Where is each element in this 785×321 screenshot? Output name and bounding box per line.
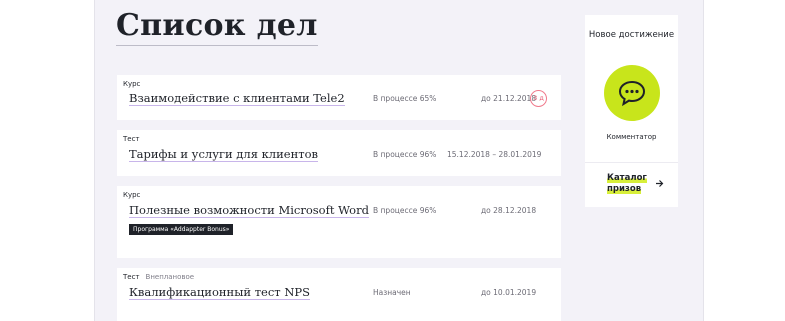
task-kind: Курс [123, 80, 141, 88]
task-name-link[interactable]: Взаимодействие с клиентами Tele2 [129, 91, 345, 106]
task-card[interactable]: Тест Тарифы и услуги для клиентов В проц… [117, 130, 561, 176]
achievement-badge[interactable] [604, 65, 660, 121]
task-deadline: до 28.12.2018 [481, 206, 537, 215]
task-kind: Курс [123, 191, 141, 199]
speech-bubble-icon [618, 80, 646, 107]
task-deadline: до 10.01.2019 [481, 288, 537, 297]
divider [585, 162, 678, 163]
task-card[interactable]: Курс Взаимодействие с клиентами Tele2 В … [117, 75, 561, 120]
task-name-link[interactable]: Полезные возможности Microsoft Word [129, 203, 369, 218]
task-unscheduled-label: Внеплановое [145, 273, 195, 281]
task-kind-label: Тест [123, 273, 140, 281]
task-name-link[interactable]: Квалификационный тест NPS [129, 285, 311, 300]
prize-catalog-link[interactable]: Каталог призов [607, 173, 647, 195]
achievement-widget: Новое достижение Комментатор Каталог при… [585, 15, 678, 207]
arrow-right-icon[interactable] [655, 179, 664, 191]
catalog-label-line2: призов [607, 184, 642, 194]
page-title: Список дел [116, 8, 318, 46]
task-status: В процессе 96% [373, 150, 437, 159]
days-left-badge: 3 д [530, 90, 547, 107]
achievement-title: Новое достижение [588, 30, 675, 40]
task-status: Назначен [373, 288, 411, 297]
task-status: В процессе 96% [373, 206, 437, 215]
task-card[interactable]: Тест Внеплановое Квалификационный тест NP… [117, 268, 561, 321]
task-card[interactable]: Курс Полезные возможности Microsoft Word… [117, 186, 561, 258]
task-name-link[interactable]: Тарифы и услуги для клиентов [129, 147, 318, 162]
program-tag: Программа «Addappter Bonus» [129, 224, 234, 235]
task-deadline: до 21.12.2018 [481, 94, 537, 103]
task-date-range: 15.12.2018 – 28.01.2019 [447, 150, 542, 159]
task-kind: Тест [123, 135, 140, 143]
catalog-label-line1: Каталог [607, 173, 647, 183]
task-status: В процессе 65% [373, 94, 437, 103]
achievement-name: Комментатор [606, 133, 657, 141]
task-kind: Тест Внеплановое [123, 273, 194, 281]
